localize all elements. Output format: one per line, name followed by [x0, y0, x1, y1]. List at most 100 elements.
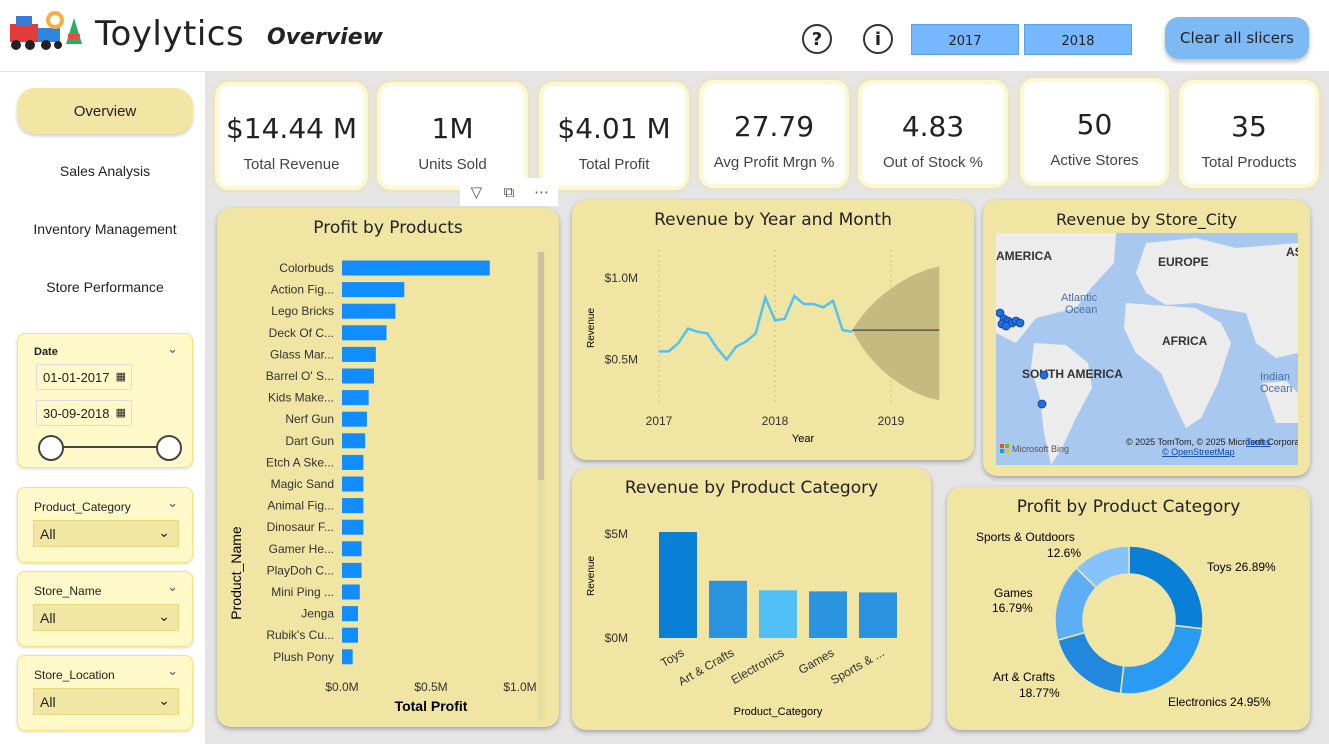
bar	[342, 649, 353, 665]
tick-label: Plush Pony	[273, 650, 334, 664]
map-label: Ocean	[1065, 304, 1097, 316]
nav-sales-analysis[interactable]: Sales Analysis	[17, 148, 193, 194]
tick-label: Glass Mar...	[270, 347, 334, 361]
slicer-title: Store_Name	[34, 584, 102, 598]
chevron-down-icon[interactable]: ⌄	[167, 496, 178, 511]
tick-label: Magic Sand	[271, 477, 334, 491]
tick-label: 2018	[762, 414, 789, 428]
slicer-title: Date	[34, 346, 58, 358]
map-label: EUROPE	[1158, 255, 1209, 269]
forecast-band	[852, 266, 940, 401]
slice-label-electronics: Electronics 24.95%	[1168, 695, 1271, 709]
category-dropdown[interactable]: All ⌄	[33, 520, 179, 547]
bar	[809, 591, 847, 638]
tick-label: PlayDoh C...	[267, 563, 334, 577]
tick-label: 2019	[878, 414, 905, 428]
start-date-input[interactable]: 01-01-2017 ▦	[36, 364, 132, 390]
tick-label: Gamer He...	[269, 542, 334, 556]
info-icon[interactable]: i	[863, 24, 893, 54]
slice-label-art-crafts: Art & Crafts	[993, 670, 1055, 684]
kpi-value: 4.83	[901, 110, 965, 143]
osm-link[interactable]: © OpenStreetMap	[1162, 447, 1235, 457]
bar	[342, 346, 376, 362]
nav-store-performance[interactable]: Store Performance	[17, 264, 193, 310]
tick-label: Action Fig...	[271, 283, 334, 297]
profit-by-category-card: Profit by Product Category Toys 26.89% E…	[947, 487, 1310, 730]
range-track	[51, 446, 169, 448]
profit-by-products-card: Profit by Products Product_Name Total Pr…	[217, 208, 559, 727]
focus-mode-icon[interactable]: ⧉	[493, 178, 526, 206]
store-location-dropdown[interactable]: All ⌄	[33, 688, 179, 715]
range-handle-start[interactable]	[38, 435, 64, 461]
profit-by-products-chart: Product_Name Total Profit Colorbuds Actio…	[228, 252, 545, 722]
bar	[342, 584, 360, 600]
bar	[659, 532, 697, 638]
map-label: Indian	[1260, 371, 1290, 383]
terms-link[interactable]: Terms	[1246, 437, 1271, 447]
kpi-value: 50	[1076, 108, 1113, 141]
tick-label: Dinosaur F...	[267, 520, 334, 534]
tick-label: Animal Fig...	[267, 499, 334, 513]
bar	[342, 325, 387, 341]
bar	[342, 411, 367, 427]
visual-toolbar: ▽ ⧉ ⋯	[460, 178, 558, 206]
kpi-value: $4.01 M	[557, 112, 671, 145]
bar	[342, 303, 396, 319]
map-label: Ocean	[1260, 383, 1292, 395]
tick-label: Deck Of C...	[269, 326, 334, 340]
category-slicer: Product_Category ⌄ All ⌄	[17, 487, 193, 563]
donut-slice	[1056, 631, 1125, 695]
kpi-label: Total Profit	[578, 156, 650, 173]
kpi-active-stores: 50 Active Stores	[1020, 78, 1169, 186]
year-2017-button[interactable]: 2017	[911, 24, 1019, 55]
calendar-icon[interactable]: ▦	[116, 406, 126, 419]
slice-value-art-crafts: 18.77%	[1019, 686, 1060, 700]
clear-slicers-button[interactable]: Clear all slicers	[1165, 17, 1309, 59]
kpi-label: Total Revenue	[243, 156, 340, 173]
slicer-title: Product_Category	[34, 500, 131, 514]
calendar-icon[interactable]: ▦	[116, 370, 126, 383]
tick-label: Jenga	[301, 607, 334, 621]
map-label: SOUTH AMERICA	[1022, 367, 1123, 381]
bar	[342, 368, 375, 384]
help-icon[interactable]: ?	[802, 24, 832, 54]
nav-inventory-management[interactable]: Inventory Management	[17, 206, 193, 252]
tick-label: Toys	[658, 645, 686, 669]
chevron-down-icon[interactable]: ⌄	[167, 342, 178, 357]
bing-logo: Microsoft Bing	[1012, 444, 1069, 454]
donut-slice	[1119, 624, 1204, 695]
slice-value-sports: 12.6%	[1047, 546, 1081, 560]
world-map[interactable]: AMERICA EUROPE AS Atlantic Ocean AFRICA …	[996, 233, 1298, 465]
y-axis-label: Revenue	[586, 556, 597, 596]
end-date-input[interactable]: 30-09-2018 ▦	[36, 400, 132, 426]
tick-label: Electronics	[729, 645, 787, 686]
chevron-down-icon[interactable]: ⌄	[167, 580, 178, 595]
chevron-down-icon[interactable]: ⌄	[167, 664, 178, 679]
chart-title: Revenue by Store_City	[1055, 210, 1238, 229]
kpi-total-products: 35 Total Products	[1179, 80, 1319, 188]
bar	[342, 541, 362, 557]
slice-label-toys: Toys 26.89%	[1207, 560, 1276, 574]
scrollbar-thumb[interactable]	[538, 252, 544, 480]
tick-label: Art & Crafts	[676, 645, 737, 688]
nav-overview[interactable]: Overview	[17, 88, 193, 134]
kpi-value: 1M	[431, 112, 474, 145]
range-handle-end[interactable]	[156, 435, 182, 461]
date-slicer: Date ⌄ 01-01-2017 ▦ 30-09-2018 ▦	[17, 333, 193, 468]
year-2018-button[interactable]: 2018	[1024, 24, 1132, 55]
chevron-down-icon: ⌄	[158, 692, 170, 708]
filter-icon[interactable]: ▽	[460, 178, 493, 206]
kpi-value: 27.79	[733, 110, 815, 143]
start-date-value: 01-01-2017	[43, 369, 110, 385]
tick-label: 2017	[646, 414, 673, 428]
more-options-icon[interactable]: ⋯	[525, 178, 558, 206]
app-title: Toylytics	[95, 14, 245, 54]
store-name-dropdown[interactable]: All ⌄	[33, 604, 179, 631]
kpi-label: Avg Profit Mrgn %	[713, 154, 835, 171]
slice-label-sports: Sports & Outdoors	[976, 530, 1075, 544]
kpi-value: 35	[1231, 110, 1267, 143]
kpi-label: Units Sold	[418, 156, 487, 173]
bar	[859, 592, 897, 638]
map-credit: © 2025 TomTom, © 2025 Microsoft Corporat…	[1126, 437, 1298, 447]
bar	[342, 562, 362, 578]
